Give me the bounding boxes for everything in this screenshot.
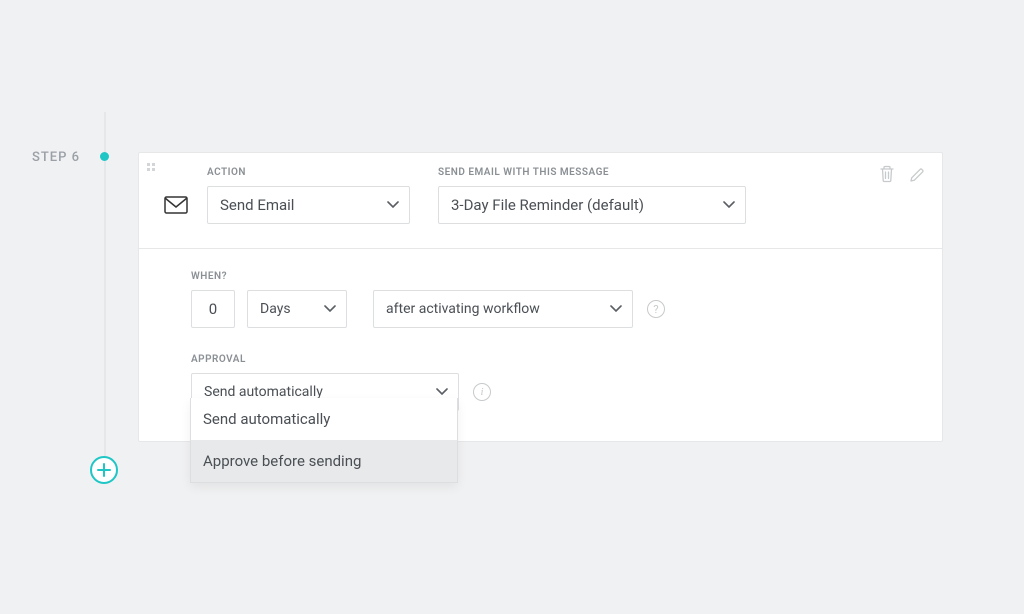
when-relative-value: after activating workflow xyxy=(386,301,540,317)
timeline-line xyxy=(104,161,106,461)
action-label: ACTION xyxy=(207,167,410,178)
info-glyph: i xyxy=(480,386,483,398)
when-unit-select[interactable]: Days xyxy=(247,290,347,328)
help-glyph: ? xyxy=(653,303,658,316)
approval-option[interactable]: Send automatically xyxy=(191,398,457,440)
email-icon xyxy=(163,186,189,224)
when-number-value: 0 xyxy=(209,300,217,318)
approval-dropdown-menu: Send automatically Approve before sendin… xyxy=(190,398,458,483)
when-unit-value: Days xyxy=(260,301,291,317)
action-select-value: Send Email xyxy=(220,196,294,214)
approval-option[interactable]: Approve before sending xyxy=(191,440,457,482)
when-number-input[interactable]: 0 xyxy=(191,290,235,328)
approval-info-icon[interactable]: i xyxy=(473,383,491,401)
plus-icon xyxy=(96,462,112,478)
step-dot xyxy=(100,152,109,161)
chevron-down-icon xyxy=(387,201,399,209)
chevron-down-icon xyxy=(723,201,735,209)
when-label: WHEN? xyxy=(191,271,347,282)
message-label: SEND EMAIL WITH THIS MESSAGE xyxy=(438,167,746,178)
message-select-value: 3-Day File Reminder (default) xyxy=(451,196,644,214)
when-relative-select[interactable]: after activating workflow xyxy=(373,290,633,328)
approval-label: APPROVAL xyxy=(191,354,459,365)
chevron-down-icon xyxy=(610,305,622,313)
action-select[interactable]: Send Email xyxy=(207,186,410,224)
when-help-icon[interactable]: ? xyxy=(647,300,665,318)
chevron-down-icon xyxy=(436,388,448,396)
timeline-line xyxy=(104,112,106,152)
step-label: STEP 6 xyxy=(32,150,80,165)
chevron-down-icon xyxy=(324,305,336,313)
message-select[interactable]: 3-Day File Reminder (default) xyxy=(438,186,746,224)
add-step-button[interactable] xyxy=(90,456,118,484)
